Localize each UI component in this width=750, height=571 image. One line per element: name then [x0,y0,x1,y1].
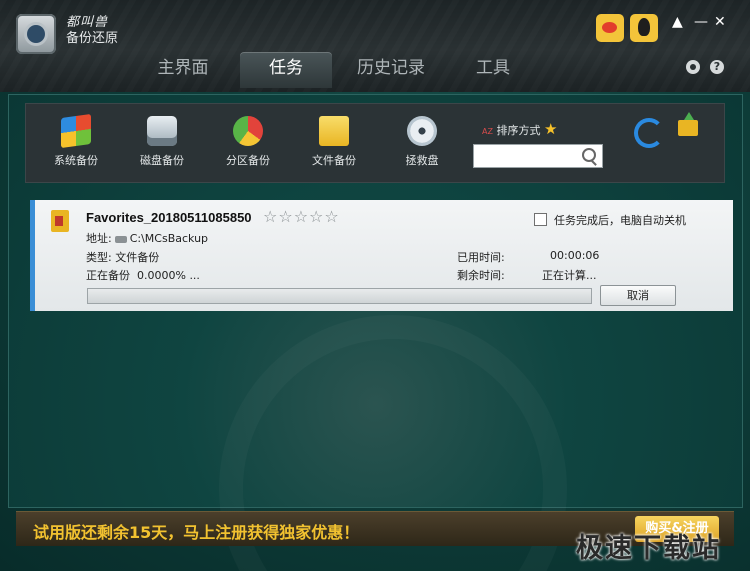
tab-tasks[interactable]: 任务 [240,52,332,88]
remaining-value: 正在计算... [542,269,597,282]
export-folder-icon[interactable] [678,112,698,136]
task-name: Favorites_20180511085850 [86,210,252,225]
pie-chart-icon [233,116,263,146]
watermark: 极速下载站 [576,533,721,564]
sort-label: 排序方式 [496,124,541,137]
tab-home[interactable]: 主界面 [140,52,226,88]
weibo-icon[interactable] [596,14,624,42]
auto-shutdown-checkbox[interactable] [534,213,547,226]
tab-tools[interactable]: 工具 [458,52,528,88]
app-logo-icon [16,14,56,54]
disk-icon [147,116,177,146]
address-row: 地址: C:\MCsBackup [86,230,208,246]
file-archive-icon [51,210,69,232]
elapsed-label: 已用时间: [457,251,505,264]
sort-control[interactable]: AZ 排序方式 ★ [482,120,557,138]
refresh-icon[interactable] [634,118,664,148]
type-value: 文件备份 [115,251,160,264]
elapsed-value: 00:00:06 [550,249,600,262]
folder-icon [319,116,349,146]
brand: 都叫兽 备份还原 [66,15,118,47]
status-value: 0.0000% ... [137,269,200,282]
promo-text: 试用版还剩余15天，马上注册获得独家优惠！ [33,523,360,542]
rescue-disk-button[interactable]: 拯救盘 [382,116,462,168]
cancel-button[interactable]: 取消 [600,285,676,306]
windows-icon [61,113,91,149]
search-box[interactable] [473,144,603,168]
gear-icon[interactable] [686,60,700,74]
skin-icon[interactable]: ▲ [672,14,683,30]
content-area: 系统备份 磁盘备份 分区备份 文件备份 拯救盘 AZ 排序方式 ★ Favori… [8,94,743,508]
progress-bar [87,288,592,304]
status-row: 正在备份 0.0000% ... [86,267,200,283]
rating-stars[interactable]: ☆☆☆☆☆ [263,207,340,226]
drive-icon [114,235,127,243]
sort-az-icon: AZ [482,127,493,136]
remaining-label: 剩余时间: [457,269,505,282]
address-label: 地址: [86,232,112,245]
help-icon[interactable]: ? [710,60,724,74]
close-button[interactable]: ✕ [714,14,726,30]
type-row: 类型: 文件备份 [86,249,159,265]
rescue-disk-label: 拯救盘 [405,154,439,167]
partition-backup-button[interactable]: 分区备份 [208,116,288,168]
favorite-star-icon[interactable]: ★ [544,120,557,138]
disk-backup-label: 磁盘备份 [140,154,184,167]
disk-backup-button[interactable]: 磁盘备份 [122,116,202,168]
address-value: C:\MCsBackup [129,232,209,245]
qq-icon[interactable] [630,14,658,42]
auto-shutdown-label: 任务完成后，电脑自动关机 [554,214,686,227]
minimize-button[interactable]: — [694,14,708,30]
system-backup-label: 系统备份 [54,154,98,167]
cd-icon [407,116,437,146]
app-window: 都叫兽 备份还原 ▲ — ✕ 主界面 任务 历史记录 工具 ? 系统备份 磁盘备… [0,0,750,571]
brand-name: 都叫兽 [66,15,109,30]
system-backup-button[interactable]: 系统备份 [36,113,116,168]
file-backup-label: 文件备份 [312,154,356,167]
search-icon[interactable] [582,148,596,162]
type-label: 类型: [86,251,112,264]
brand-subtitle: 备份还原 [66,31,119,46]
tab-history[interactable]: 历史记录 [346,52,436,88]
partition-backup-label: 分区备份 [226,154,270,167]
task-card: Favorites_20180511085850 ☆☆☆☆☆ 任务完成后，电脑自… [30,200,733,311]
toolbar: 系统备份 磁盘备份 分区备份 文件备份 拯救盘 AZ 排序方式 ★ [25,103,725,183]
status-label: 正在备份 [86,269,130,282]
file-backup-button[interactable]: 文件备份 [294,116,374,168]
